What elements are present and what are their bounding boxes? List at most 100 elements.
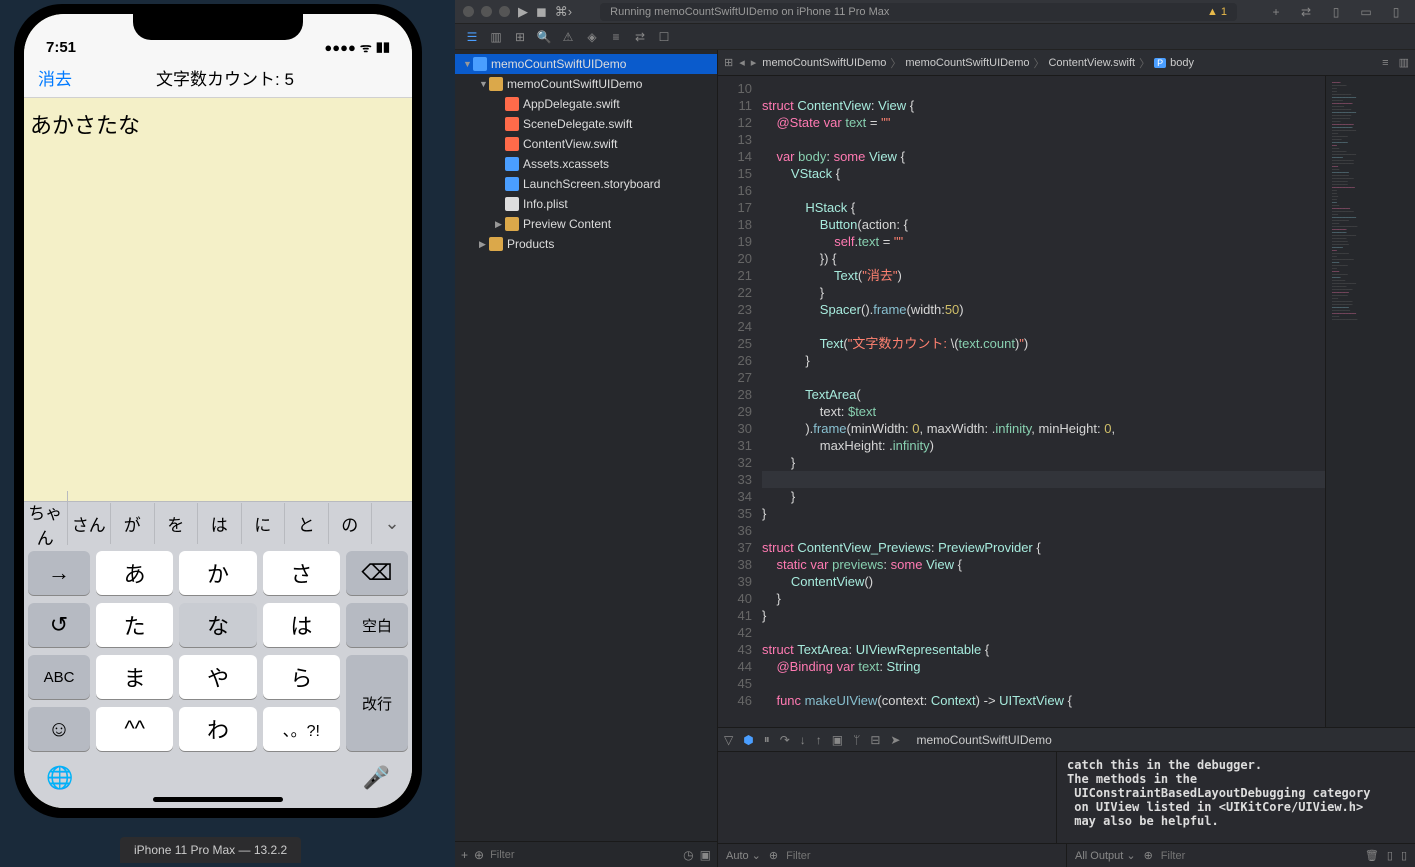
auto-scope-selector[interactable]: Auto ⌄ [726, 849, 761, 862]
navigator-tab-icon[interactable]: ⚠ [557, 26, 579, 48]
key-next[interactable]: → [28, 551, 90, 595]
pause-icon[interactable]: ⏸ [764, 732, 770, 747]
navigator-tab-icon[interactable]: ▥ [485, 26, 507, 48]
key-ra[interactable]: ら [263, 655, 340, 699]
navigator-tab-icon[interactable]: ◈ [581, 26, 603, 48]
right-pane-toggle-icon[interactable]: ▯ [1401, 849, 1407, 862]
env-overrides-icon[interactable]: ⊟ [870, 733, 880, 747]
tree-row[interactable]: AppDelegate.swift [455, 94, 717, 114]
add-icon[interactable]: + [461, 848, 468, 862]
char-count-label: 文字数カウント: 5 [62, 65, 388, 90]
key-ta[interactable]: た [96, 603, 173, 647]
left-panel-toggle[interactable]: ▯ [1325, 5, 1347, 19]
run-button[interactable]: ▶ [518, 4, 528, 20]
output-scope-selector[interactable]: All Output ⌄ [1075, 849, 1136, 862]
variables-pane[interactable] [718, 752, 1057, 843]
crumb-folder[interactable]: memoCountSwiftUIDemo [905, 57, 1029, 69]
warning-indicator[interactable]: ▲ 1 [1207, 6, 1227, 18]
key-ma[interactable]: ま [96, 655, 173, 699]
step-in-icon[interactable]: ↓ [800, 733, 806, 747]
navigator-tab-icon[interactable]: 🔍 [533, 26, 555, 48]
suggestion[interactable]: と [285, 503, 329, 544]
crumb-project[interactable]: memoCountSwiftUIDemo [762, 57, 886, 69]
code-review-button[interactable]: ⇄ [1295, 5, 1317, 19]
key-space[interactable]: 空白 [346, 603, 408, 647]
navigator-tab-icon[interactable]: ≡ [605, 26, 627, 48]
mic-icon[interactable]: 🎤 [363, 765, 390, 791]
bottom-panel-toggle[interactable]: ▭ [1355, 5, 1377, 19]
variables-filter-input[interactable] [786, 850, 1058, 862]
key-sa[interactable]: さ [263, 551, 340, 595]
collapse-suggestions-icon[interactable]: ⌄ [372, 513, 412, 534]
crumb-symbol[interactable]: body [1170, 57, 1194, 69]
suggestion[interactable]: に [242, 503, 286, 544]
key-na[interactable]: な [179, 603, 256, 647]
tree-row[interactable]: ▶Preview Content [455, 214, 717, 234]
left-pane-toggle-icon[interactable]: ▯ [1387, 849, 1393, 862]
debug-target[interactable]: memoCountSwiftUIDemo [916, 733, 1051, 747]
key-punct[interactable]: 、。?! [263, 707, 340, 751]
minimap[interactable]: ━━━━━━━━━━━━━━━━━━━━━━━━━━━━━━━━━━━━━━━━… [1325, 76, 1415, 727]
console-output[interactable]: catch this in the debugger. The methods … [1057, 752, 1415, 843]
breakpoint-toggle-icon[interactable]: ⬢ [743, 733, 753, 747]
tree-row[interactable]: LaunchScreen.storyboard [455, 174, 717, 194]
navigator-tab-icon[interactable]: ⇄ [629, 26, 651, 48]
code-editor[interactable]: 1011121314151617181920212223242526272829… [718, 76, 1325, 727]
minimize-icon[interactable] [481, 6, 492, 17]
step-over-icon[interactable]: ↷ [780, 733, 790, 747]
tree-row[interactable]: ▼memoCountSwiftUIDemo [455, 54, 717, 74]
tree-row[interactable]: ▼memoCountSwiftUIDemo [455, 74, 717, 94]
forward-icon[interactable]: ▸ [751, 56, 757, 69]
console-filter-input[interactable] [1161, 850, 1357, 862]
suggestion[interactable]: が [111, 503, 155, 544]
key-delete[interactable]: ⌫ [346, 551, 408, 595]
filter-input[interactable] [490, 849, 677, 861]
key-ha[interactable]: は [263, 603, 340, 647]
scm-icon[interactable]: ▣ [700, 848, 711, 862]
tree-row[interactable]: SceneDelegate.swift [455, 114, 717, 134]
navigator-tab-icon[interactable]: ⊞ [509, 26, 531, 48]
add-editor-icon[interactable]: ▥ [1399, 56, 1409, 69]
tree-row[interactable]: Info.plist [455, 194, 717, 214]
tree-row[interactable]: ContentView.swift [455, 134, 717, 154]
key-undo[interactable]: ↺ [28, 603, 90, 647]
tree-row[interactable]: Assets.xcassets [455, 154, 717, 174]
view-debug-icon[interactable]: ▣ [832, 733, 843, 747]
right-panel-toggle[interactable]: ▯ [1385, 5, 1407, 19]
home-indicator[interactable] [153, 797, 283, 802]
location-icon[interactable]: ➤ [890, 733, 900, 747]
library-button[interactable]: + [1265, 5, 1287, 19]
key-abc[interactable]: ABC [28, 655, 90, 699]
window-controls[interactable] [463, 6, 510, 17]
close-icon[interactable] [463, 6, 474, 17]
editor-options-icon[interactable]: ≡ [1382, 57, 1388, 69]
related-items-icon[interactable]: ⊞ [724, 56, 733, 69]
stop-button[interactable]: ◼ [536, 4, 547, 20]
recent-icon[interactable]: ◷ [683, 848, 693, 862]
tree-row[interactable]: ▶Products [455, 234, 717, 254]
key-ya[interactable]: や [179, 655, 256, 699]
zoom-icon[interactable] [499, 6, 510, 17]
hide-debug-icon[interactable]: ▽ [724, 733, 733, 747]
trash-icon[interactable]: 🗑 [1365, 849, 1379, 862]
suggestion[interactable]: の [329, 503, 373, 544]
suggestion[interactable]: は [198, 503, 242, 544]
key-ka[interactable]: か [179, 551, 256, 595]
key-wa[interactable]: わ [179, 707, 256, 751]
back-icon[interactable]: ◂ [739, 56, 745, 69]
globe-icon[interactable]: 🌐 [46, 765, 73, 791]
key-a[interactable]: あ [96, 551, 173, 595]
file-tree[interactable]: ▼memoCountSwiftUIDemo▼memoCountSwiftUIDe… [455, 50, 717, 841]
jump-bar[interactable]: ⊞ ◂ ▸ memoCountSwiftUIDemo〉 memoCountSwi… [718, 50, 1415, 76]
key-emoji[interactable]: ☺ [28, 707, 90, 751]
navigator-tab-icon[interactable]: ☰ [461, 26, 483, 48]
suggestion[interactable]: さん [68, 503, 112, 544]
memory-graph-icon[interactable]: ᛘ [853, 733, 860, 747]
step-out-icon[interactable]: ↑ [816, 733, 822, 747]
text-editor[interactable]: あかさたな [24, 98, 412, 501]
scheme-selector[interactable]: ⌘› [555, 4, 572, 20]
key-kaomoji[interactable]: ^^ [96, 707, 173, 751]
crumb-file[interactable]: ContentView.swift [1048, 57, 1135, 69]
navigator-tab-icon[interactable]: ☐ [653, 26, 675, 48]
suggestion[interactable]: を [155, 503, 199, 544]
